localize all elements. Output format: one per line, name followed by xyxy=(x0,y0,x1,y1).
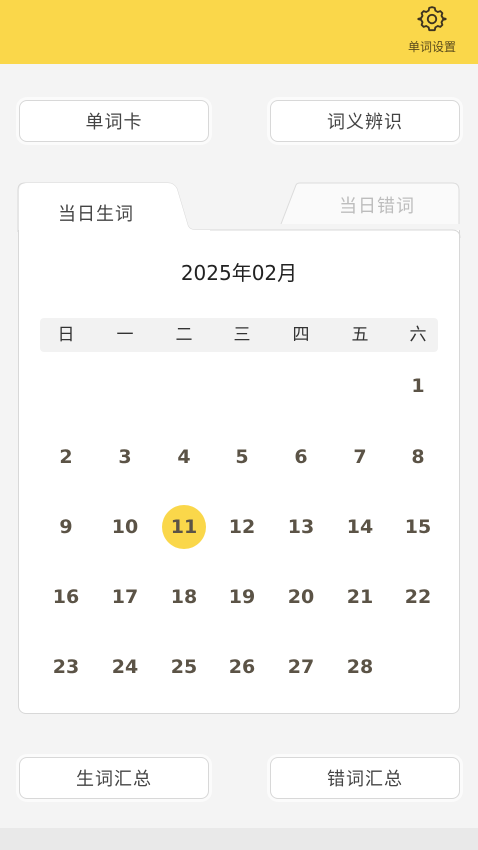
calendar-day[interactable]: 16 xyxy=(44,575,88,619)
calendar-day[interactable]: 12 xyxy=(220,505,264,549)
calendar-day[interactable]: 21 xyxy=(338,575,382,619)
calendar-day[interactable]: 8 xyxy=(396,435,440,479)
bottom-strip xyxy=(0,828,478,850)
tab-daily-new-words-label: 当日生词 xyxy=(58,204,134,225)
calendar-day[interactable]: 1 xyxy=(396,364,440,408)
weekday-label: 四 xyxy=(292,325,310,345)
calendar-day[interactable]: 5 xyxy=(220,435,264,479)
calendar-day-selected[interactable]: 11 xyxy=(162,505,206,549)
weekday-label: 一 xyxy=(116,325,134,345)
calendar-day[interactable]: 13 xyxy=(279,505,323,549)
weekday-label: 二 xyxy=(175,325,193,345)
calendar-day[interactable]: 27 xyxy=(279,645,323,689)
weekday-label: 三 xyxy=(233,325,251,345)
calendar-day[interactable]: 2 xyxy=(44,435,88,479)
word-settings-label: 单词设置 xyxy=(407,40,456,54)
word-card-button[interactable]: 单词卡 xyxy=(19,100,209,142)
calendar-day[interactable]: 25 xyxy=(162,645,206,689)
new-words-summary-button[interactable]: 生词汇总 xyxy=(19,757,209,799)
gear-icon xyxy=(417,6,447,32)
calendar-day[interactable]: 9 xyxy=(44,505,88,549)
calendar-day[interactable]: 24 xyxy=(103,645,147,689)
calendar-day[interactable]: 4 xyxy=(162,435,206,479)
top-bar: 单词设置 xyxy=(0,0,478,64)
calendar-day[interactable]: 26 xyxy=(220,645,264,689)
calendar-day[interactable]: 3 xyxy=(103,435,147,479)
calendar-day[interactable]: 22 xyxy=(396,575,440,619)
calendar-day[interactable]: 14 xyxy=(338,505,382,549)
calendar-day[interactable]: 19 xyxy=(220,575,264,619)
calendar-day[interactable]: 28 xyxy=(338,645,382,689)
calendar-day[interactable]: 23 xyxy=(44,645,88,689)
calendar-day[interactable]: 6 xyxy=(279,435,323,479)
weekday-label: 五 xyxy=(351,325,369,345)
wrong-words-summary-button[interactable]: 错词汇总 xyxy=(270,757,460,799)
calendar-day[interactable]: 10 xyxy=(103,505,147,549)
calendar-month-title: 2025年02月 xyxy=(180,261,298,285)
calendar-day[interactable]: 20 xyxy=(279,575,323,619)
weekday-label: 六 xyxy=(409,325,427,345)
calendar-day[interactable]: 17 xyxy=(103,575,147,619)
weekday-label: 日 xyxy=(57,325,75,345)
calendar-day[interactable]: 15 xyxy=(396,505,440,549)
tab-daily-new-words[interactable]: 当日生词 xyxy=(18,182,210,232)
meaning-identify-button[interactable]: 词义辨识 xyxy=(270,100,460,142)
calendar-day[interactable]: 18 xyxy=(162,575,206,619)
word-settings-button[interactable]: 单词设置 xyxy=(400,4,464,60)
calendar-day[interactable]: 7 xyxy=(338,435,382,479)
